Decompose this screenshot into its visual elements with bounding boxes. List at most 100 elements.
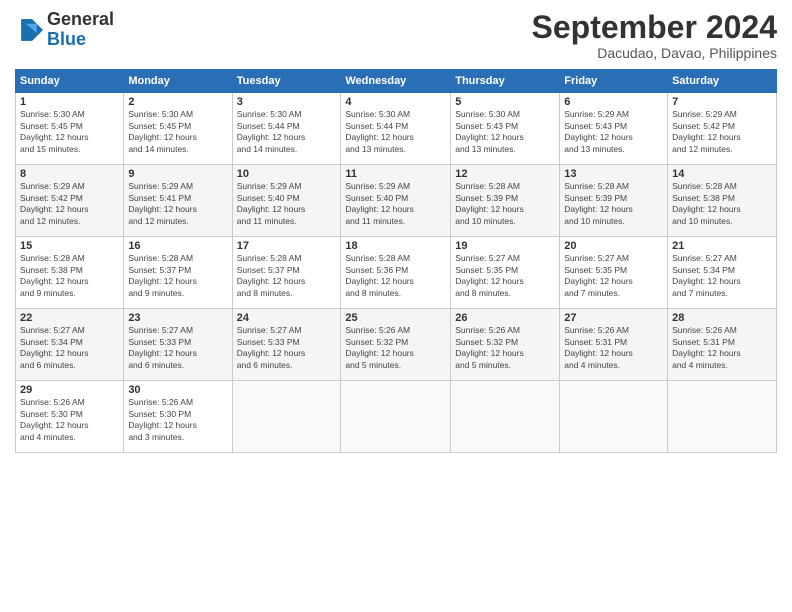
header-friday: Friday (560, 70, 668, 93)
day-number: 15 (20, 240, 119, 252)
logo-text: General Blue (47, 10, 114, 50)
table-row: 30Sunrise: 5:26 AM Sunset: 5:30 PM Dayli… (124, 381, 232, 453)
calendar-week-row: 15Sunrise: 5:28 AM Sunset: 5:38 PM Dayli… (16, 237, 777, 309)
day-info: Sunrise: 5:28 AM Sunset: 5:39 PM Dayligh… (455, 181, 555, 227)
table-row: 27Sunrise: 5:26 AM Sunset: 5:31 PM Dayli… (560, 309, 668, 381)
table-row: 5Sunrise: 5:30 AM Sunset: 5:43 PM Daylig… (451, 93, 560, 165)
table-row: 14Sunrise: 5:28 AM Sunset: 5:38 PM Dayli… (668, 165, 777, 237)
day-number: 13 (564, 168, 663, 180)
day-info: Sunrise: 5:30 AM Sunset: 5:45 PM Dayligh… (128, 109, 227, 155)
table-row: 20Sunrise: 5:27 AM Sunset: 5:35 PM Dayli… (560, 237, 668, 309)
day-info: Sunrise: 5:26 AM Sunset: 5:31 PM Dayligh… (564, 325, 663, 371)
day-number: 30 (128, 384, 227, 396)
day-number: 1 (20, 96, 119, 108)
table-row: 18Sunrise: 5:28 AM Sunset: 5:36 PM Dayli… (341, 237, 451, 309)
table-row: 3Sunrise: 5:30 AM Sunset: 5:44 PM Daylig… (232, 93, 341, 165)
day-number: 12 (455, 168, 555, 180)
day-info: Sunrise: 5:29 AM Sunset: 5:42 PM Dayligh… (20, 181, 119, 227)
page: General Blue September 2024 Dacudao, Dav… (0, 0, 792, 612)
table-row: 17Sunrise: 5:28 AM Sunset: 5:37 PM Dayli… (232, 237, 341, 309)
logo: General Blue (15, 10, 114, 50)
day-number: 22 (20, 312, 119, 324)
calendar-week-row: 1 Sunrise: 5:30 AM Sunset: 5:45 PM Daylig… (16, 93, 777, 165)
day-info: Sunrise: 5:28 AM Sunset: 5:37 PM Dayligh… (128, 253, 227, 299)
day-info: Sunrise: 5:28 AM Sunset: 5:36 PM Dayligh… (345, 253, 446, 299)
day-info: Sunrise: 5:30 AM Sunset: 5:44 PM Dayligh… (345, 109, 446, 155)
day-number: 29 (20, 384, 119, 396)
location-title: Dacudao, Davao, Philippines (532, 45, 777, 61)
table-row: 1Sunrise: 5:30 AM Sunset: 5:45 PM Daylig… (16, 93, 124, 165)
table-row (668, 381, 777, 453)
day-info: Sunrise: 5:27 AM Sunset: 5:35 PM Dayligh… (564, 253, 663, 299)
day-info: Sunrise: 5:27 AM Sunset: 5:34 PM Dayligh… (20, 325, 119, 371)
day-info: Sunrise: 5:28 AM Sunset: 5:38 PM Dayligh… (672, 181, 772, 227)
day-info: Sunrise: 5:29 AM Sunset: 5:40 PM Dayligh… (345, 181, 446, 227)
table-row: 7Sunrise: 5:29 AM Sunset: 5:42 PM Daylig… (668, 93, 777, 165)
table-row: 2Sunrise: 5:30 AM Sunset: 5:45 PM Daylig… (124, 93, 232, 165)
day-number: 21 (672, 240, 772, 252)
table-row (560, 381, 668, 453)
day-number: 25 (345, 312, 446, 324)
day-info: Sunrise: 5:29 AM Sunset: 5:41 PM Dayligh… (128, 181, 227, 227)
calendar-table: Sunday Monday Tuesday Wednesday Thursday… (15, 69, 777, 453)
day-info: Sunrise: 5:30 AM Sunset: 5:44 PM Dayligh… (237, 109, 337, 155)
day-info: Sunrise: 5:29 AM Sunset: 5:40 PM Dayligh… (237, 181, 337, 227)
day-number: 19 (455, 240, 555, 252)
day-number: 6 (564, 96, 663, 108)
calendar-week-row: 29Sunrise: 5:26 AM Sunset: 5:30 PM Dayli… (16, 381, 777, 453)
table-row: 15Sunrise: 5:28 AM Sunset: 5:38 PM Dayli… (16, 237, 124, 309)
day-info: Sunrise: 5:29 AM Sunset: 5:43 PM Dayligh… (564, 109, 663, 155)
day-number: 10 (237, 168, 337, 180)
table-row: 29Sunrise: 5:26 AM Sunset: 5:30 PM Dayli… (16, 381, 124, 453)
day-info: Sunrise: 5:28 AM Sunset: 5:39 PM Dayligh… (564, 181, 663, 227)
table-row (341, 381, 451, 453)
day-info: Sunrise: 5:26 AM Sunset: 5:30 PM Dayligh… (128, 397, 227, 443)
day-number: 7 (672, 96, 772, 108)
day-info: Sunrise: 5:27 AM Sunset: 5:35 PM Dayligh… (455, 253, 555, 299)
calendar-week-row: 8Sunrise: 5:29 AM Sunset: 5:42 PM Daylig… (16, 165, 777, 237)
day-number: 3 (237, 96, 337, 108)
table-row: 11Sunrise: 5:29 AM Sunset: 5:40 PM Dayli… (341, 165, 451, 237)
table-row: 25Sunrise: 5:26 AM Sunset: 5:32 PM Dayli… (341, 309, 451, 381)
day-number: 26 (455, 312, 555, 324)
day-number: 23 (128, 312, 227, 324)
table-row: 23Sunrise: 5:27 AM Sunset: 5:33 PM Dayli… (124, 309, 232, 381)
header-saturday: Saturday (668, 70, 777, 93)
day-number: 11 (345, 168, 446, 180)
title-section: September 2024 Dacudao, Davao, Philippin… (532, 10, 777, 61)
table-row: 22Sunrise: 5:27 AM Sunset: 5:34 PM Dayli… (16, 309, 124, 381)
table-row: 28Sunrise: 5:26 AM Sunset: 5:31 PM Dayli… (668, 309, 777, 381)
weekday-header-row: Sunday Monday Tuesday Wednesday Thursday… (16, 70, 777, 93)
logo-line1: General (47, 10, 114, 30)
day-number: 16 (128, 240, 227, 252)
table-row: 19Sunrise: 5:27 AM Sunset: 5:35 PM Dayli… (451, 237, 560, 309)
header: General Blue September 2024 Dacudao, Dav… (15, 10, 777, 61)
table-row: 10Sunrise: 5:29 AM Sunset: 5:40 PM Dayli… (232, 165, 341, 237)
day-info: Sunrise: 5:26 AM Sunset: 5:32 PM Dayligh… (455, 325, 555, 371)
header-wednesday: Wednesday (341, 70, 451, 93)
day-info: Sunrise: 5:27 AM Sunset: 5:33 PM Dayligh… (237, 325, 337, 371)
table-row: 4Sunrise: 5:30 AM Sunset: 5:44 PM Daylig… (341, 93, 451, 165)
logo-icon (15, 16, 43, 44)
day-number: 2 (128, 96, 227, 108)
day-number: 28 (672, 312, 772, 324)
day-number: 27 (564, 312, 663, 324)
logo-line2: Blue (47, 30, 114, 50)
day-number: 18 (345, 240, 446, 252)
day-number: 5 (455, 96, 555, 108)
day-number: 20 (564, 240, 663, 252)
day-info: Sunrise: 5:27 AM Sunset: 5:33 PM Dayligh… (128, 325, 227, 371)
header-sunday: Sunday (16, 70, 124, 93)
table-row: 9Sunrise: 5:29 AM Sunset: 5:41 PM Daylig… (124, 165, 232, 237)
table-row (232, 381, 341, 453)
header-thursday: Thursday (451, 70, 560, 93)
table-row: 24Sunrise: 5:27 AM Sunset: 5:33 PM Dayli… (232, 309, 341, 381)
day-info: Sunrise: 5:26 AM Sunset: 5:30 PM Dayligh… (20, 397, 119, 443)
day-number: 8 (20, 168, 119, 180)
day-info: Sunrise: 5:27 AM Sunset: 5:34 PM Dayligh… (672, 253, 772, 299)
table-row: 13Sunrise: 5:28 AM Sunset: 5:39 PM Dayli… (560, 165, 668, 237)
calendar-week-row: 22Sunrise: 5:27 AM Sunset: 5:34 PM Dayli… (16, 309, 777, 381)
day-info: Sunrise: 5:28 AM Sunset: 5:38 PM Dayligh… (20, 253, 119, 299)
day-info: Sunrise: 5:26 AM Sunset: 5:32 PM Dayligh… (345, 325, 446, 371)
day-info: Sunrise: 5:30 AM Sunset: 5:43 PM Dayligh… (455, 109, 555, 155)
